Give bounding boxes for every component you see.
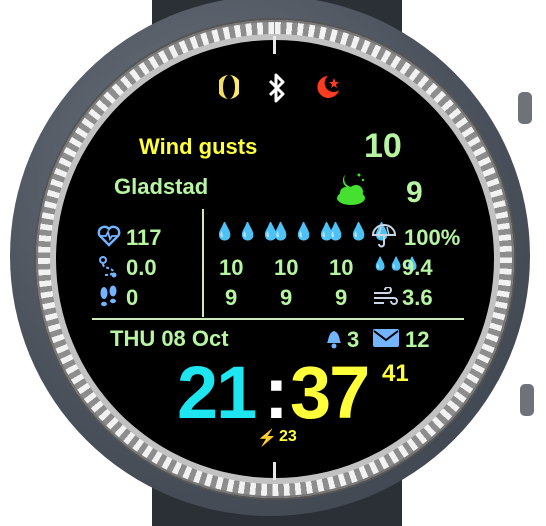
time-hours: 21 xyxy=(177,351,257,434)
time-seconds: 41 xyxy=(382,360,409,387)
forecast-lower-2: 9 xyxy=(280,285,293,310)
time-separator: : xyxy=(264,351,289,434)
vertical-divider xyxy=(202,209,204,317)
battery-value: 23 xyxy=(279,428,297,445)
location-name: Gladstad xyxy=(114,174,209,199)
route-distance-icon xyxy=(97,255,119,284)
forecast-lower-1: 9 xyxy=(225,285,238,310)
forecast-lower-3: 9 xyxy=(335,285,348,310)
forecast-upper-2: 10 xyxy=(274,255,299,280)
wind-speed-value: 3.6 xyxy=(402,285,433,310)
temperature-value: 9 xyxy=(406,176,423,209)
moon-phase-icon xyxy=(217,74,241,105)
distance-value: 0.0 xyxy=(126,255,157,280)
wind-icon xyxy=(372,286,398,312)
precip-chance-value: 100% xyxy=(404,225,461,250)
forecast-upper-3: 10 xyxy=(329,255,354,280)
horizontal-divider xyxy=(92,318,464,320)
upper-side-button[interactable] xyxy=(518,92,532,124)
lightning-icon: ⚡ xyxy=(257,430,277,447)
umbrella-icon xyxy=(371,223,397,254)
messages-count: 12 xyxy=(405,327,430,352)
precip-amount-value: 9.4 xyxy=(402,255,433,280)
bluetooth-icon xyxy=(266,72,288,109)
wind-gusts-label: Wind gusts xyxy=(139,134,258,159)
forecast-upper-1: 10 xyxy=(219,255,244,280)
lower-side-button[interactable] xyxy=(520,384,534,416)
time-minutes: 37 xyxy=(290,351,370,434)
top-marker xyxy=(273,36,276,54)
mail-icon xyxy=(372,328,400,353)
steps-value: 0 xyxy=(126,285,139,310)
night-cloud-icon xyxy=(334,170,368,211)
bottom-marker xyxy=(273,462,276,480)
wind-gusts-value: 10 xyxy=(364,127,402,165)
heart-rate-icon xyxy=(97,225,121,252)
heart-rate-value: 117 xyxy=(126,225,162,250)
date-label: THU 08 Oct xyxy=(110,326,229,351)
moon-star-icon xyxy=(314,74,342,105)
steps-icon xyxy=(97,285,119,314)
